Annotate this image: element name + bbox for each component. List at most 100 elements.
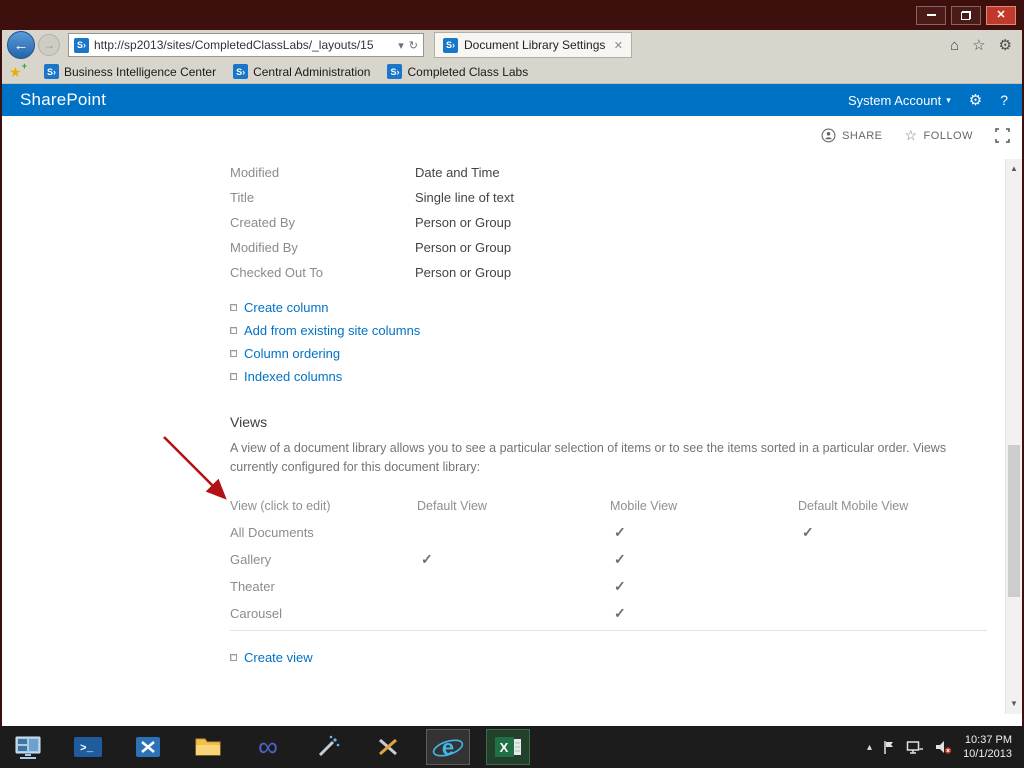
tray-expand-icon[interactable]: ▴ <box>867 742 872 753</box>
create-view-link[interactable]: Create view <box>244 650 313 665</box>
excel-icon[interactable]: X <box>486 729 530 765</box>
forward-button[interactable]: → <box>38 34 60 56</box>
sharepoint-icon: S› <box>233 64 249 79</box>
column-link-item: Column ordering <box>230 342 990 365</box>
admin-wand-tools-icon[interactable] <box>306 729 350 765</box>
address-dropdown-icon[interactable]: ▾ <box>398 39 404 52</box>
share-label: SHARE <box>842 129 883 142</box>
tab-close-icon[interactable]: ✕ <box>614 39 623 52</box>
views-table-header: View (click to edit) Default View Mobile… <box>230 493 987 519</box>
ribbon-row: SHARE ☆ FOLLOW <box>2 116 1022 155</box>
follow-star-icon: ☆ <box>904 127 918 143</box>
plus-icon: + <box>21 60 27 71</box>
browser-window: ✕ ← → S› http://sp2013/sites/CompletedCl… <box>0 0 1024 768</box>
system-tray: ▴ 10:37 PM 10/1/2013 <box>867 733 1018 762</box>
browser-navbar: ← → S› http://sp2013/sites/CompletedClas… <box>2 30 1022 60</box>
column-name-link[interactable]: Created By <box>230 215 415 230</box>
favorites-bar-item[interactable]: S› Completed Class Labs <box>387 64 528 79</box>
scroll-up-button[interactable]: ▲ <box>1006 161 1022 177</box>
view-name-link[interactable]: Carousel <box>230 606 417 621</box>
window-titlebar: ✕ <box>0 0 1024 30</box>
start-button[interactable] <box>6 729 50 765</box>
column-name-link[interactable]: Modified By <box>230 240 415 255</box>
column-name-link[interactable]: Title <box>230 190 415 205</box>
favorite-label: Central Administration <box>253 64 371 79</box>
file-explorer-icon[interactable] <box>186 729 230 765</box>
close-button[interactable]: ✕ <box>986 5 1016 25</box>
column-type: Person or Group <box>415 215 512 230</box>
views-description: A view of a document library allows you … <box>230 441 947 475</box>
focus-mode-button[interactable] <box>995 128 1010 143</box>
back-button[interactable]: ← <box>7 31 35 59</box>
mobile-view-check: ✓ <box>614 577 626 594</box>
remote-app-icon[interactable] <box>126 729 170 765</box>
taskbar-clock[interactable]: 10:37 PM 10/1/2013 <box>963 733 1012 762</box>
column-name-link[interactable]: Modified <box>230 165 415 180</box>
share-icon <box>821 128 836 143</box>
refresh-icon[interactable]: ↻ <box>409 39 418 52</box>
infinity-app-icon[interactable]: ∞ <box>246 729 290 765</box>
annotation-arrow <box>163 436 227 500</box>
focus-corners-icon <box>995 128 1010 143</box>
sharepoint-site-icon: S› <box>74 37 89 53</box>
internet-explorer-icon[interactable]: e <box>426 729 470 765</box>
taskbar: >_ ∞ e X ▴ 10:37 PM 10/1/2013 <box>0 726 1024 768</box>
favorites-items: S› Business Intelligence Center S› Centr… <box>44 64 528 79</box>
view-name-link[interactable]: Gallery <box>230 552 417 567</box>
site-settings-gear-icon[interactable]: ⚙ <box>969 91 982 109</box>
address-url[interactable]: http://sp2013/sites/CompletedClassLabs/_… <box>94 38 393 52</box>
mobile-view-check: ✓ <box>614 604 626 621</box>
view-name-link[interactable]: All Documents <box>230 525 417 540</box>
column-action-link[interactable]: Indexed columns <box>244 369 342 384</box>
page-content: Modified Date and Time Title Single line… <box>2 155 1022 726</box>
add-favorite-icon[interactable]: ★ + <box>9 60 27 80</box>
column-action-link[interactable]: Create column <box>244 300 329 315</box>
vertical-scrollbar[interactable]: ▲ ▼ <box>1005 159 1022 714</box>
restore-button[interactable] <box>951 5 981 25</box>
chevron-down-icon: ▾ <box>946 94 951 105</box>
columns-list: Modified Date and Time Title Single line… <box>230 155 990 285</box>
network-icon[interactable] <box>906 740 924 755</box>
favorites-star-icon[interactable]: ☆ <box>972 36 985 54</box>
home-icon[interactable]: ⌂ <box>950 37 959 54</box>
browser-settings-gear-icon[interactable]: ⚙ <box>999 36 1012 54</box>
views-table-rows: All Documents ✓ ✓ Gallery ✓ ✓ Theater ✓ … <box>230 519 987 631</box>
follow-button[interactable]: ☆ FOLLOW <box>904 127 973 144</box>
help-button[interactable]: ? <box>1000 92 1008 108</box>
action-center-flag-icon[interactable] <box>883 740 895 755</box>
minimize-icon <box>926 14 936 16</box>
favorites-bar-item[interactable]: S› Central Administration <box>233 64 370 79</box>
view-name-link[interactable]: Theater <box>230 579 417 594</box>
default-view-check: ✓ <box>421 550 433 567</box>
minimize-button[interactable] <box>916 5 946 25</box>
browser-tab[interactable]: S› Document Library Settings ✕ <box>434 32 632 58</box>
sharepoint-icon: S› <box>44 64 59 79</box>
column-type: Person or Group <box>415 240 512 255</box>
column-name-link[interactable]: Checked Out To <box>230 265 415 280</box>
default-mobile-view-check: ✓ <box>802 523 814 540</box>
account-menu[interactable]: System Account ▾ <box>848 93 951 108</box>
star-icon: ★ <box>9 63 22 80</box>
column-link-item: Create column <box>230 296 990 319</box>
tab-favicon-sharepoint-icon: S› <box>443 37 458 53</box>
column-row: Modified By Person or Group <box>230 235 990 260</box>
address-bar[interactable]: S› http://sp2013/sites/CompletedClassLab… <box>68 33 424 57</box>
views-table: View (click to edit) Default View Mobile… <box>230 493 987 631</box>
header-view: View (click to edit) <box>230 498 331 513</box>
column-type: Date and Time <box>415 165 500 180</box>
server-tools-icon[interactable] <box>366 729 410 765</box>
volume-muted-icon[interactable] <box>935 740 952 755</box>
share-button[interactable]: SHARE <box>821 128 882 143</box>
favorites-bar-item[interactable]: S› Business Intelligence Center <box>44 64 216 79</box>
column-action-link[interactable]: Add from existing site columns <box>244 323 420 338</box>
scrollbar-thumb[interactable] <box>1008 445 1020 597</box>
powershell-icon[interactable]: >_ <box>66 729 110 765</box>
navbar-right-icons: ⌂ ☆ ⚙ <box>950 36 1017 55</box>
browser-body: ← → S› http://sp2013/sites/CompletedClas… <box>0 30 1024 726</box>
scroll-down-button[interactable]: ▼ <box>1006 696 1022 712</box>
tab-title: Document Library Settings <box>464 38 606 52</box>
column-action-link[interactable]: Column ordering <box>244 346 340 361</box>
follow-label: FOLLOW <box>923 129 973 142</box>
view-row: Gallery ✓ ✓ <box>230 546 987 573</box>
sharepoint-suite-bar: SharePoint System Account ▾ ⚙ ? <box>2 84 1022 116</box>
